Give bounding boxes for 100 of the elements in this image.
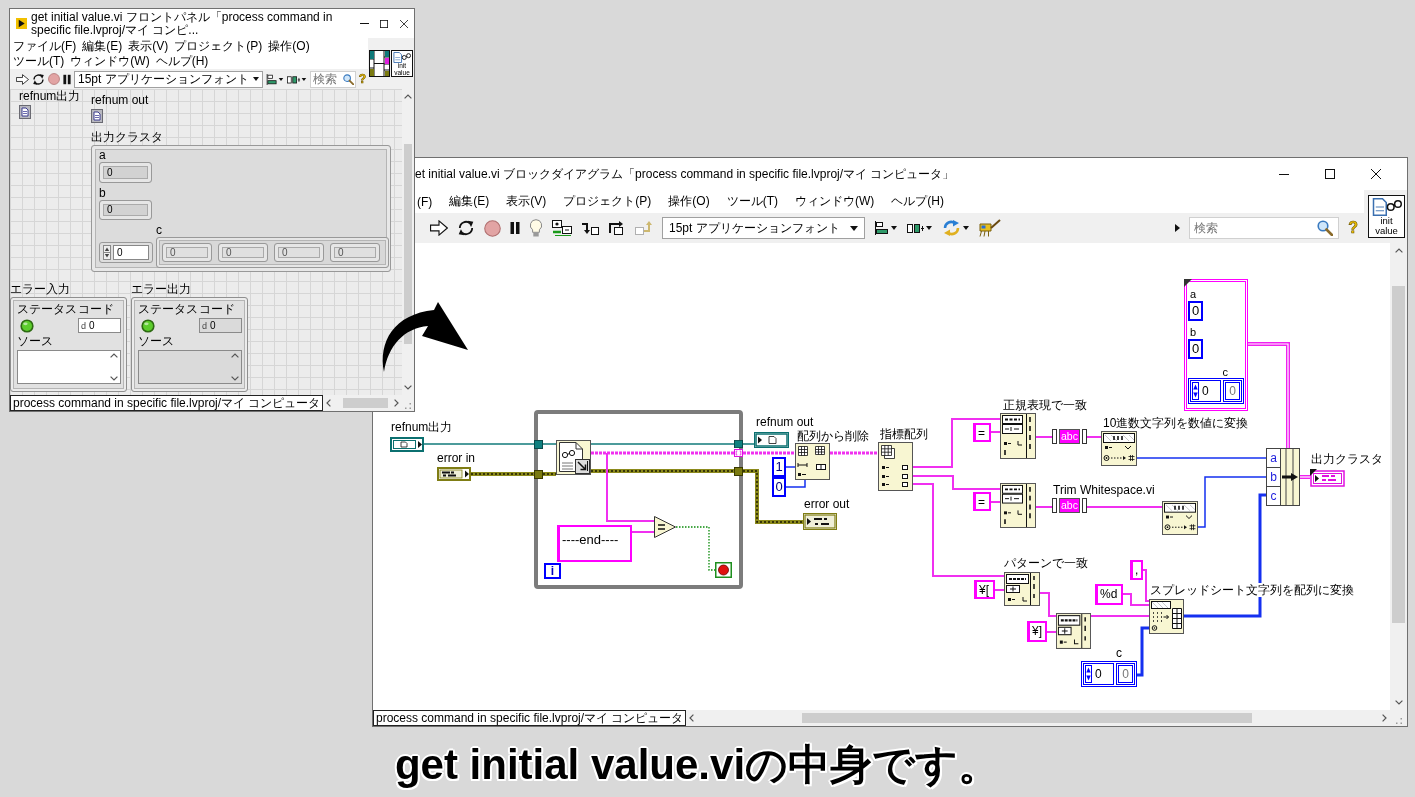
- run-continuously-icon[interactable]: [457, 219, 475, 237]
- menu-item[interactable]: プロジェクト(P): [174, 39, 263, 53]
- document-glasses-icon: [1371, 198, 1402, 216]
- source-field[interactable]: [17, 350, 121, 384]
- menu-item[interactable]: ツール(T): [13, 54, 65, 68]
- menu-item[interactable]: 表示(V): [506, 193, 547, 210]
- array-index-control[interactable]: 0: [99, 242, 153, 263]
- distribute-icon[interactable]: [286, 73, 307, 85]
- number-array-wire: [1137, 626, 1149, 677]
- search-field[interactable]: 検索: [309, 70, 356, 88]
- boolean-wire: [675, 526, 716, 571]
- run-icon[interactable]: [430, 220, 448, 236]
- scroll-up-icon[interactable]: [404, 94, 412, 99]
- resize-grip-icon[interactable]: [1396, 718, 1402, 724]
- horizontal-scrollbar[interactable]: [323, 395, 402, 411]
- regex-match-node-icon: [1000, 483, 1036, 528]
- align-icon[interactable]: [873, 221, 898, 235]
- horizontal-scrollbar[interactable]: [686, 710, 1390, 726]
- array-index-control[interactable]: 0: [1083, 663, 1114, 685]
- scrollbar-thumb[interactable]: [1392, 286, 1405, 623]
- array-index-control[interactable]: 0: [1190, 380, 1221, 402]
- tunnel-icon: [534, 440, 543, 449]
- string-constant: =: [973, 423, 991, 442]
- search-field[interactable]: 検索: [1189, 217, 1340, 239]
- wire-values-icon[interactable]: [552, 220, 572, 236]
- control-label: 出力クラスタ: [91, 131, 163, 144]
- string-to-number-node-icon: [1101, 431, 1137, 466]
- close-icon: [1371, 169, 1381, 179]
- minimize-icon: [1279, 173, 1289, 175]
- lightbulb-icon[interactable]: [529, 219, 543, 237]
- pause-icon[interactable]: [510, 221, 520, 235]
- array-element: 0: [218, 243, 268, 262]
- menu-item[interactable]: ファイル(F): [13, 39, 77, 53]
- string-wire: [1035, 436, 1053, 438]
- scroll-left-icon[interactable]: [689, 714, 695, 722]
- resize-grip-icon[interactable]: [405, 403, 411, 409]
- scroll-down-icon[interactable]: [1394, 700, 1403, 705]
- pause-icon[interactable]: [63, 73, 71, 85]
- error-cluster-terminal-icon: [803, 513, 837, 530]
- cluster-terminal-icon: [1310, 469, 1345, 487]
- scroll-left-icon[interactable]: [326, 399, 332, 407]
- equal-compare-icon: [654, 516, 676, 538]
- string-constant: ,: [1130, 560, 1143, 580]
- search-icon[interactable]: [1317, 220, 1334, 236]
- search-icon[interactable]: [342, 73, 354, 85]
- run-icon[interactable]: [16, 73, 29, 85]
- code-field[interactable]: d 0: [78, 318, 121, 333]
- string-array-wire: [830, 451, 878, 455]
- run-continuously-icon[interactable]: [32, 72, 45, 86]
- scrollbar-thumb[interactable]: [404, 144, 412, 344]
- font-dropdown[interactable]: 15pt アプリケーションフォント: [74, 70, 263, 88]
- string-wire: [631, 531, 655, 533]
- control-label: b: [99, 186, 106, 200]
- spinner-icon[interactable]: [103, 245, 111, 260]
- scroll-down-icon[interactable]: [404, 385, 412, 390]
- broom-icon[interactable]: [978, 219, 1001, 237]
- spinner-icon[interactable]: [1085, 665, 1092, 683]
- scrollbar-thumb[interactable]: [343, 398, 389, 408]
- window-app-icon: [16, 18, 27, 29]
- terminal-label: error out: [804, 497, 850, 511]
- maximize-icon: [380, 19, 388, 28]
- toolbar-expand-icon[interactable]: [1175, 224, 1181, 232]
- menu-item[interactable]: 編集(E): [82, 39, 123, 53]
- distribute-icon[interactable]: [906, 221, 933, 235]
- menu-item[interactable]: ウィンドウ(W): [70, 54, 150, 68]
- reorder-icon[interactable]: [941, 219, 970, 237]
- menu-item[interactable]: 操作(O): [268, 39, 310, 53]
- tunnel-icon: [734, 467, 743, 476]
- step-into-icon[interactable]: [581, 221, 599, 235]
- terminal-label: 出力クラスタ: [1311, 452, 1383, 466]
- scroll-down-icon[interactable]: [231, 376, 239, 381]
- scroll-up-icon[interactable]: [231, 353, 239, 358]
- scroll-right-icon[interactable]: [394, 399, 399, 407]
- scrollbar-thumb[interactable]: [802, 713, 1253, 723]
- menu-item[interactable]: ウィンドウ(W): [795, 193, 875, 210]
- menu-item[interactable]: 表示(V): [128, 39, 169, 53]
- align-icon[interactable]: [265, 73, 284, 85]
- spinner-icon[interactable]: [1192, 382, 1199, 400]
- step-over-icon[interactable]: [608, 221, 626, 235]
- bundle-element-name: c: [1267, 487, 1281, 505]
- array-element: 0: [330, 243, 380, 262]
- menu-item[interactable]: ヘルプ(H): [891, 193, 944, 210]
- index-array-node-icon: [878, 442, 913, 491]
- font-dropdown[interactable]: 15pt アプリケーションフォント: [662, 217, 865, 239]
- abort-icon[interactable]: [484, 219, 501, 237]
- menu-item[interactable]: 操作(O): [668, 193, 710, 210]
- menu-item[interactable]: プロジェクト(P): [563, 193, 652, 210]
- close-icon: [400, 19, 408, 28]
- scroll-right-icon[interactable]: [1382, 714, 1387, 722]
- scroll-up-icon[interactable]: [110, 353, 118, 358]
- menu-item[interactable]: ヘルプ(H): [155, 54, 209, 68]
- pattern-match-node-icon: [1056, 613, 1091, 649]
- element-label: a: [1190, 288, 1197, 300]
- menu-item[interactable]: (F): [417, 194, 433, 209]
- menu-item[interactable]: ツール(T): [726, 193, 778, 210]
- scroll-up-icon[interactable]: [1394, 248, 1403, 253]
- scroll-down-icon[interactable]: [110, 376, 118, 381]
- string-wire: [606, 452, 655, 522]
- node-label: Trim Whitespace.vi: [1053, 483, 1155, 497]
- menu-item[interactable]: 編集(E): [449, 193, 490, 210]
